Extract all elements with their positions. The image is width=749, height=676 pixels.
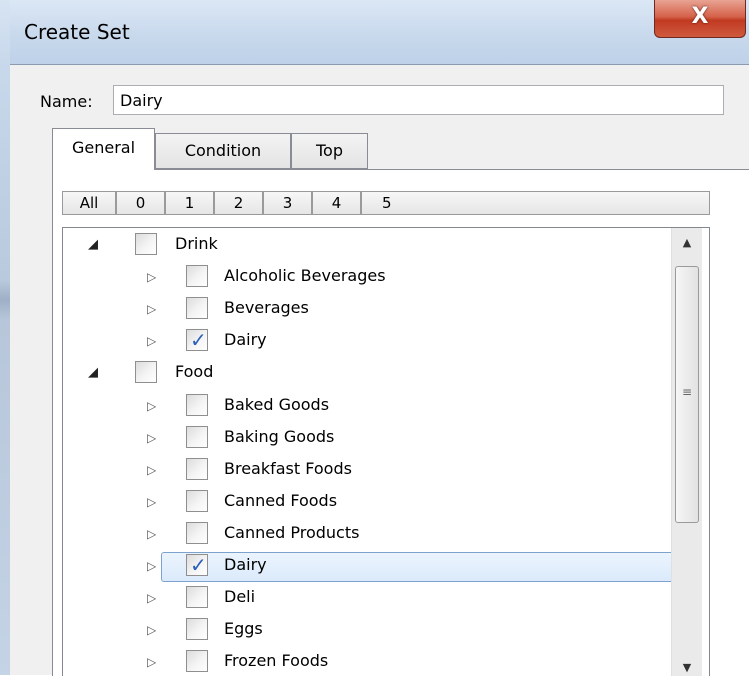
collapsed-arrow-icon[interactable]: ▷	[147, 494, 161, 510]
tree-item-label: Beverages	[224, 298, 309, 318]
tree-row[interactable]: ▷ Eggs	[63, 618, 673, 646]
tab-label: Top	[316, 141, 343, 160]
tree-checkbox[interactable]: ✓	[186, 328, 208, 353]
tree-row[interactable]: ▷ Alcoholic Beverages	[63, 265, 673, 293]
tree-checkbox[interactable]: ✓	[186, 554, 208, 576]
tree-item-label: Frozen Foods	[224, 651, 329, 671]
member-tree[interactable]: ◢ Drink ▷ Alcoholic Beverages ▷ Beverages ▷ ✓ Da…	[62, 227, 710, 676]
expanded-arrow-icon[interactable]: ◢	[88, 365, 102, 381]
tree-item-label: Baked Goods	[224, 394, 330, 414]
title-bar[interactable]: Create Set X	[10, 0, 749, 64]
tree-item-label: Alcoholic Beverages	[224, 266, 386, 286]
tree-item-label: Eggs	[224, 619, 263, 639]
scroll-down-arrow-icon[interactable]: ▼	[672, 653, 702, 676]
background-window-edge	[0, 0, 10, 675]
tree-row[interactable]: ▷ ✓ Dairy	[63, 329, 673, 357]
tree-item-label: Dairy	[224, 330, 267, 350]
level-button-0[interactable]: 0	[116, 191, 165, 215]
tree-row[interactable]: ▷ ✓ Dairy	[63, 552, 696, 582]
tree-row[interactable]: ▷ Baked Goods	[63, 393, 673, 422]
collapsed-arrow-icon[interactable]: ▷	[147, 654, 161, 670]
close-icon: X	[691, 4, 709, 29]
tab-label: Condition	[184, 141, 262, 160]
collapsed-arrow-icon[interactable]: ▷	[147, 558, 161, 574]
collapsed-arrow-icon[interactable]: ▷	[147, 590, 161, 606]
vertical-scrollbar[interactable]: ▲ ≡ ▼	[671, 228, 702, 676]
tree-row[interactable]: ▷ Canned Foods	[63, 489, 673, 518]
tree-item-label: Dairy	[224, 555, 267, 574]
name-label: Name:	[40, 92, 93, 111]
tree-checkbox[interactable]	[186, 457, 208, 480]
tab-condition[interactable]: Condition	[155, 133, 291, 169]
tree-checkbox[interactable]	[186, 618, 208, 641]
tree-row[interactable]: ▷ Beverages	[63, 297, 673, 325]
expanded-arrow-icon[interactable]: ◢	[88, 237, 102, 253]
scroll-thumb[interactable]: ≡	[675, 266, 699, 523]
tree-item-label: Drink	[175, 234, 218, 253]
collapsed-arrow-icon[interactable]: ▷	[147, 269, 161, 285]
level-button-all[interactable]: All	[62, 191, 116, 215]
tree-item-label: Food	[175, 362, 214, 382]
tree-checkbox[interactable]	[186, 586, 208, 609]
level-button-2[interactable]: 2	[214, 191, 263, 215]
tree-row[interactable]: ▷ Frozen Foods	[63, 650, 673, 676]
dialog-content: Name: Dairy General Condition Top All 0 …	[10, 64, 749, 676]
tree-checkbox[interactable]	[186, 425, 208, 448]
tree-row[interactable]: ▷ Canned Products	[63, 521, 673, 550]
tree-item-label: Deli	[224, 587, 256, 607]
collapsed-arrow-icon[interactable]: ▷	[147, 430, 161, 446]
tree-item-label: Breakfast Foods	[224, 458, 352, 478]
level-button-5[interactable]: 5	[361, 191, 710, 215]
tree-checkbox[interactable]	[186, 650, 208, 673]
create-set-dialog: Create Set X Name: Dairy General Conditi…	[10, 0, 749, 676]
collapsed-arrow-icon[interactable]: ▷	[147, 333, 161, 349]
level-button-4[interactable]: 4	[312, 191, 361, 215]
checkmark-icon: ✓	[190, 553, 207, 577]
tree-checkbox[interactable]	[135, 233, 157, 255]
tree-checkbox[interactable]	[186, 393, 208, 416]
tree-checkbox[interactable]	[186, 297, 208, 320]
close-button[interactable]: X	[654, 0, 746, 38]
level-button-1[interactable]: 1	[165, 191, 214, 215]
collapsed-arrow-icon[interactable]: ▷	[147, 301, 161, 317]
tree-row[interactable]: ▷ Deli	[63, 586, 673, 614]
tree-row[interactable]: ◢ Food	[63, 361, 673, 389]
tree-item-label: Canned Foods	[224, 490, 338, 510]
tree-checkbox[interactable]	[186, 489, 208, 512]
tree-row[interactable]: ▷ Baking Goods	[63, 425, 673, 454]
scroll-up-arrow-icon[interactable]: ▲	[672, 228, 702, 258]
tab-top[interactable]: Top	[291, 133, 368, 169]
tree-checkbox[interactable]	[186, 521, 208, 544]
scroll-grip-icon: ≡	[681, 385, 693, 399]
tree-item-label: Canned Products	[224, 522, 360, 542]
level-button-3[interactable]: 3	[263, 191, 312, 215]
tab-general[interactable]: General	[52, 128, 155, 170]
collapsed-arrow-icon[interactable]: ▷	[147, 462, 161, 478]
collapsed-arrow-icon[interactable]: ▷	[147, 526, 161, 542]
tree-checkbox[interactable]	[135, 361, 157, 384]
tree-checkbox[interactable]	[186, 265, 208, 288]
dialog-title: Create Set	[24, 20, 130, 44]
tree-row[interactable]: ◢ Drink	[63, 233, 673, 261]
checkmark-icon: ✓	[190, 328, 207, 353]
name-input[interactable]: Dairy	[113, 85, 724, 115]
tab-label: General	[71, 138, 136, 157]
collapsed-arrow-icon[interactable]: ▷	[147, 622, 161, 638]
collapsed-arrow-icon[interactable]: ▷	[147, 398, 161, 414]
tree-item-label: Baking Goods	[224, 426, 335, 446]
tree-row[interactable]: ▷ Breakfast Foods	[63, 457, 673, 486]
